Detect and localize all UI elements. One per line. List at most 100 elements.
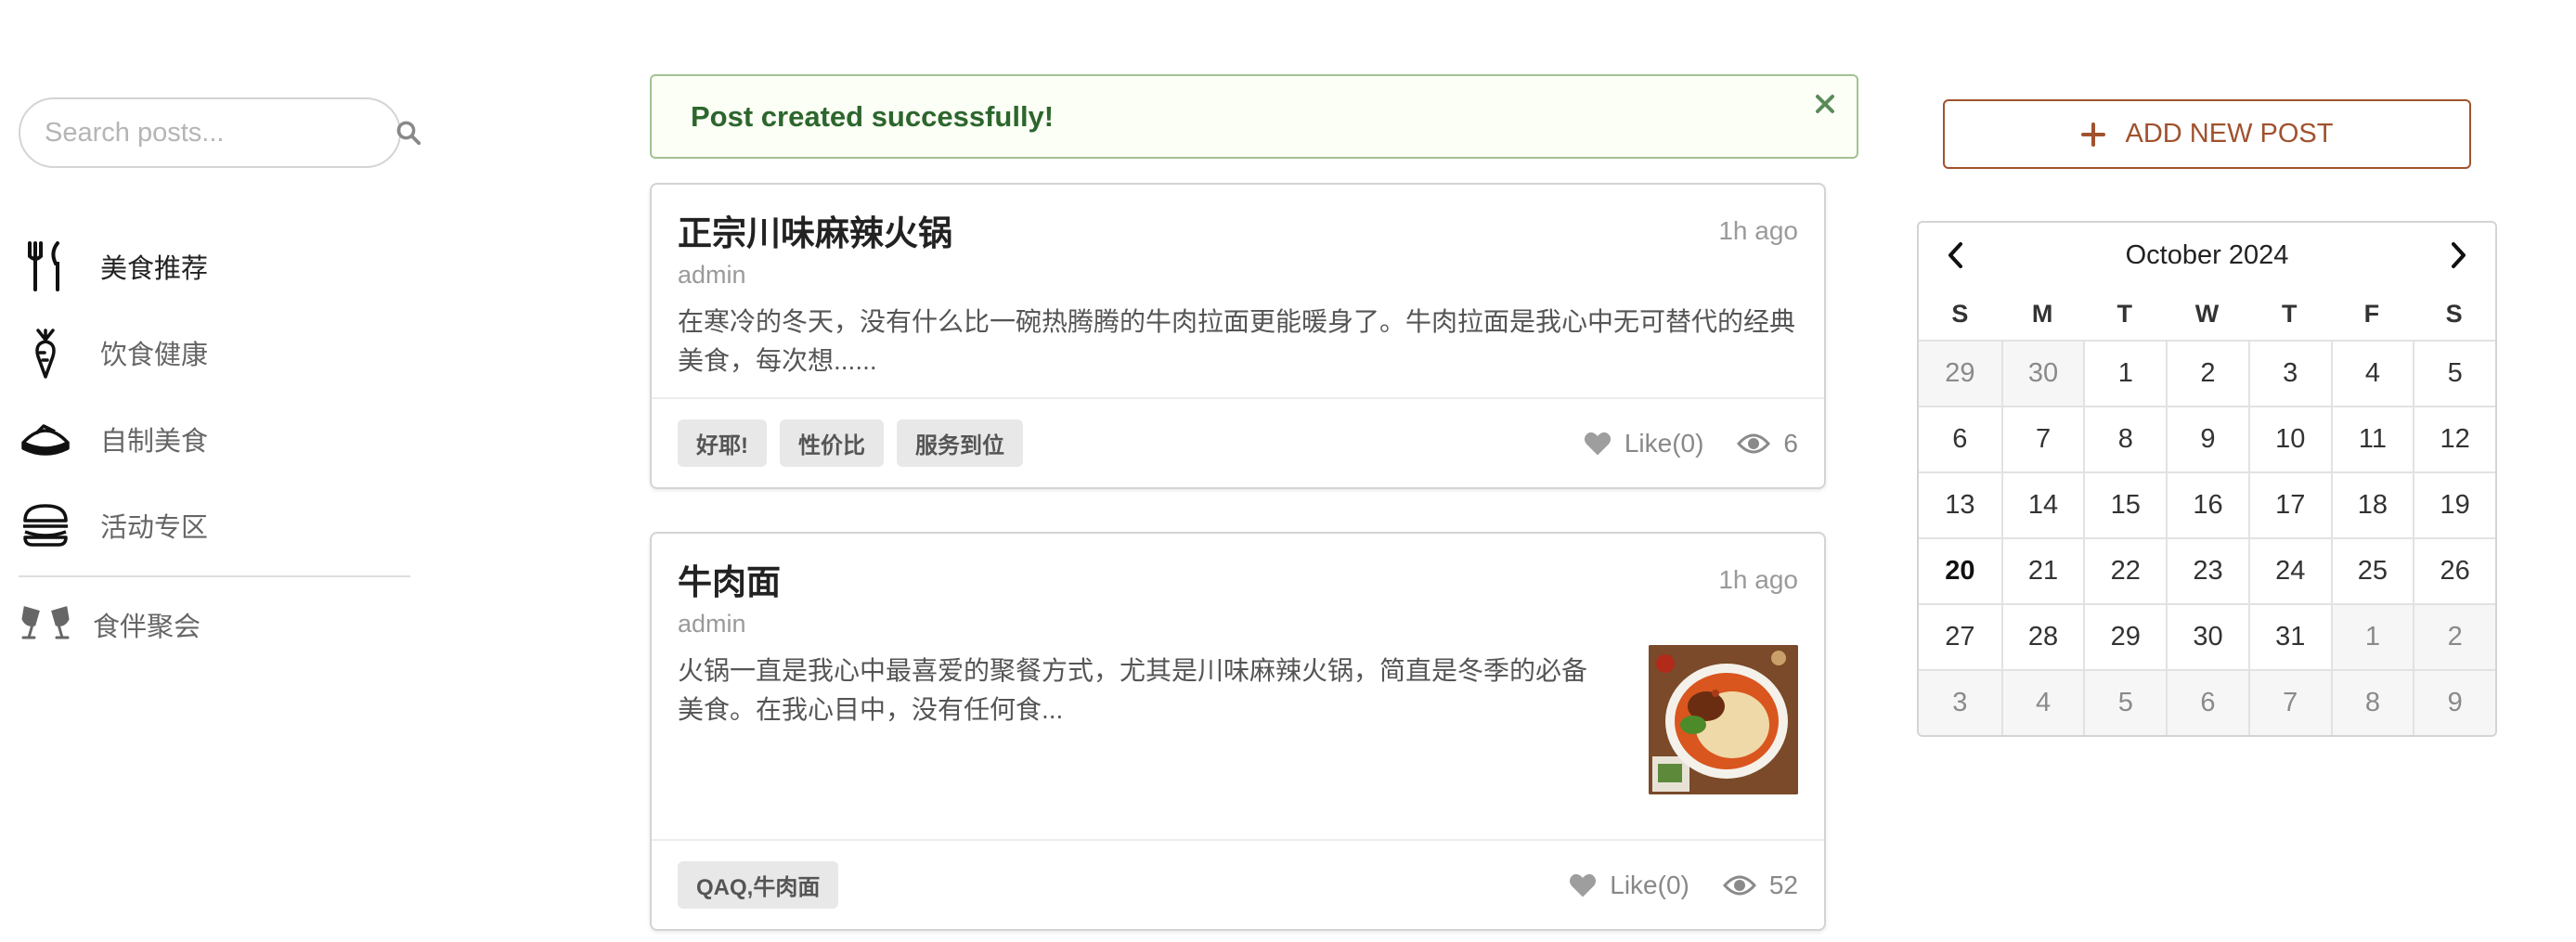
calendar-day[interactable]: 30 [2166, 603, 2248, 669]
post-title[interactable]: 正宗川味麻辣火锅 [678, 205, 1798, 255]
sidebar-item-homemade[interactable]: 自制美食 [19, 395, 410, 482]
calendar-day[interactable]: 27 [1919, 603, 2001, 669]
post-stats: Like(0) 52 [1569, 871, 1798, 900]
calendar-day[interactable]: 16 [2166, 471, 2248, 537]
sidebar-item-recommend[interactable]: 美食推荐 [19, 223, 410, 309]
post-card[interactable]: 牛肉面 1h ago admin 火锅一直是我心中最喜爱的聚餐方式，尤其是川味麻… [650, 532, 1826, 931]
calendar-day[interactable]: 13 [1919, 471, 2001, 537]
sidebar-item-events[interactable]: 活动专区 [19, 482, 410, 568]
post-time: 1h ago [1718, 216, 1798, 245]
post-author: admin [678, 261, 746, 289]
sidebar-item-gathering[interactable]: 食伴聚会 [19, 581, 410, 667]
calendar-day[interactable]: 31 [2247, 603, 2331, 669]
calendar-day[interactable]: 18 [2330, 471, 2414, 537]
calendar-day[interactable]: 15 [2083, 471, 2167, 537]
post-excerpt: 火锅一直是我心中最喜爱的聚餐方式，尤其是川味麻辣火锅，简直是冬季的必备美食。在我… [678, 656, 1588, 724]
search-input[interactable] [45, 117, 395, 148]
calendar-day[interactable]: 14 [2000, 471, 2084, 537]
sidebar-divider [19, 575, 410, 577]
add-new-post-button[interactable]: ADD NEW POST [1943, 99, 2471, 169]
calendar-day[interactable]: 4 [2000, 669, 2084, 735]
sidebar-item-label: 美食推荐 [100, 253, 209, 284]
calendar-grid: 29 30 1 2 3 4 5 6 7 8 9 10 11 12 13 14 15 16 17 18 19 20 21 22 2… [1919, 340, 2495, 735]
calendar-day[interactable]: 19 [2413, 471, 2495, 537]
calendar-day[interactable]: 5 [2413, 340, 2495, 406]
weekday-label: M [2031, 299, 2053, 328]
calendar-day[interactable]: 4 [2330, 340, 2414, 406]
calendar-day[interactable]: 2 [2413, 603, 2495, 669]
calendar-day[interactable]: 26 [2413, 537, 2495, 603]
success-message-text: Post created successfully! [691, 99, 1055, 133]
calendar-day[interactable]: 6 [2166, 669, 2248, 735]
calendar-day[interactable]: 11 [2330, 406, 2414, 471]
search-icon[interactable] [395, 117, 422, 148]
post-tag[interactable]: QAQ,牛肉面 [678, 861, 839, 909]
sidebar-nav: 美食推荐 饮食健康 自制美食 活动专区 食伴聚会 [19, 223, 410, 667]
calendar-day[interactable]: 8 [2083, 406, 2167, 471]
calendar-day[interactable]: 17 [2247, 471, 2331, 537]
post-author: admin [678, 610, 746, 638]
calendar-day[interactable]: 12 [2413, 406, 2495, 471]
calendar-day[interactable]: 28 [2000, 603, 2084, 669]
calendar-day[interactable]: 3 [1919, 669, 2001, 735]
calendar-day[interactable]: 5 [2083, 669, 2167, 735]
calendar: October 2024 S M T W T F S 29 30 1 2 3 4 5 6 7 8 9… [1917, 221, 2497, 737]
calendar-day[interactable]: 9 [2166, 406, 2248, 471]
sidebar-item-label: 食伴聚会 [93, 612, 201, 642]
like-label: Like(0) [1624, 428, 1704, 458]
like-button[interactable]: Like(0) [1584, 428, 1704, 458]
chevron-left-icon[interactable] [1937, 237, 1974, 274]
view-count-value: 52 [1768, 870, 1798, 899]
post-tag[interactable]: 性价比 [780, 419, 884, 467]
post-footer: 好耶! 性价比 服务到位 Like(0) 6 [652, 397, 1824, 487]
calendar-day[interactable]: 6 [1919, 406, 2001, 471]
calendar-day[interactable]: 1 [2083, 340, 2167, 406]
calendar-day[interactable]: 24 [2247, 537, 2331, 603]
sidebar-item-label: 活动专区 [100, 512, 209, 543]
calendar-day[interactable]: 29 [2083, 603, 2167, 669]
weekday-label: S [2445, 299, 2463, 328]
weekday-label: T [2281, 299, 2298, 328]
calendar-day[interactable]: 10 [2247, 406, 2331, 471]
post-card[interactable]: 正宗川味麻辣火锅 1h ago admin 在寒冷的冬天，没有什么比一碗热腾腾的… [650, 183, 1826, 489]
calendar-day[interactable]: 2 [2166, 340, 2248, 406]
search-box[interactable] [19, 97, 421, 168]
post-tag[interactable]: 好耶! [678, 419, 767, 467]
view-count-value: 6 [1783, 428, 1798, 458]
post-thumbnail[interactable] [1649, 645, 1798, 794]
calendar-day[interactable]: 7 [2000, 406, 2084, 471]
sidebar-item-label: 饮食健康 [100, 340, 209, 370]
calendar-day[interactable]: 3 [2247, 340, 2331, 406]
weekday-label: T [2116, 299, 2133, 328]
calendar-day[interactable]: 1 [2330, 603, 2414, 669]
post-footer: QAQ,牛肉面 Like(0) 52 [652, 839, 1824, 929]
post-time: 1h ago [1718, 565, 1798, 594]
burger-icon [19, 498, 72, 552]
cake-icon [19, 412, 72, 466]
calendar-day[interactable]: 9 [2413, 669, 2495, 735]
weekday-label: W [2194, 299, 2220, 328]
eye-icon [1737, 433, 1771, 453]
like-button[interactable]: Like(0) [1569, 871, 1689, 900]
calendar-day[interactable]: 22 [2083, 537, 2167, 603]
calendar-day[interactable]: 30 [2000, 340, 2084, 406]
carrot-icon [19, 326, 72, 380]
calendar-day-today[interactable]: 20 [1919, 537, 2001, 603]
close-icon[interactable] [1810, 89, 1840, 119]
like-label: Like(0) [1610, 870, 1689, 899]
post-stats: Like(0) 6 [1584, 429, 1798, 458]
calendar-day[interactable]: 25 [2330, 537, 2414, 603]
chevron-right-icon[interactable] [2440, 237, 2477, 274]
cheers-icon [19, 598, 72, 652]
eye-icon [1722, 875, 1756, 895]
sidebar-item-health[interactable]: 饮食健康 [19, 309, 410, 395]
post-title[interactable]: 牛肉面 [678, 554, 1798, 604]
post-excerpt: 在寒冷的冬天，没有什么比一碗热腾腾的牛肉拉面更能暖身了。牛肉拉面是我心中无可替代… [678, 307, 1796, 375]
calendar-day[interactable]: 21 [2000, 537, 2084, 603]
plus-icon [2080, 122, 2105, 147]
calendar-day[interactable]: 23 [2166, 537, 2248, 603]
post-tag[interactable]: 服务到位 [897, 419, 1023, 467]
calendar-day[interactable]: 7 [2247, 669, 2331, 735]
calendar-day[interactable]: 8 [2330, 669, 2414, 735]
calendar-day[interactable]: 29 [1919, 340, 2001, 406]
